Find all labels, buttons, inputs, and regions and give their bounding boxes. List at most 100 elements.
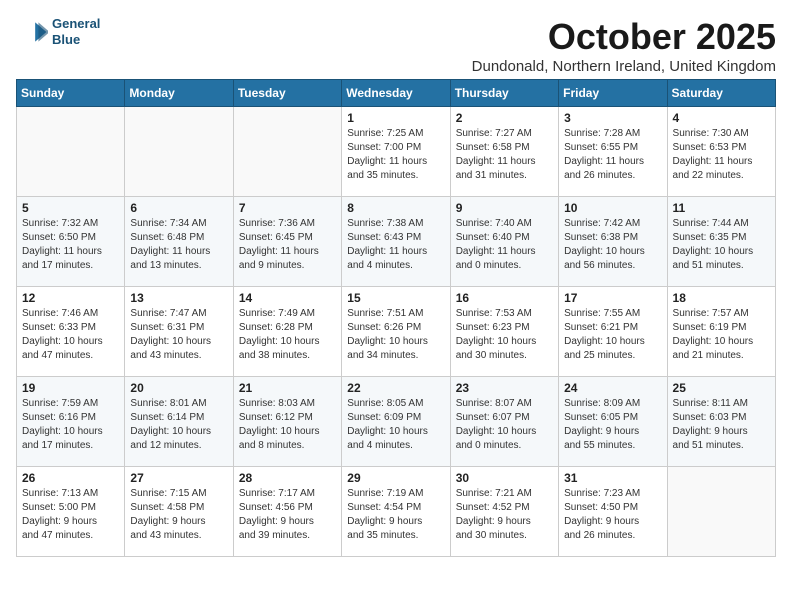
day-number: 7: [239, 201, 336, 215]
day-number: 17: [564, 291, 661, 305]
month-title: October 2025: [472, 16, 776, 58]
weekday-header: Monday: [125, 80, 233, 107]
day-info: Sunrise: 7:23 AM Sunset: 4:50 PM Dayligh…: [564, 487, 661, 543]
weekday-header: Wednesday: [342, 80, 450, 107]
day-number: 5: [22, 201, 119, 215]
day-number: 25: [673, 381, 770, 395]
location-title: Dundonald, Northern Ireland, United King…: [472, 58, 776, 75]
day-info: Sunrise: 7:28 AM Sunset: 6:55 PM Dayligh…: [564, 127, 661, 183]
calendar-cell: [17, 107, 125, 197]
day-info: Sunrise: 7:44 AM Sunset: 6:35 PM Dayligh…: [673, 217, 770, 273]
day-info: Sunrise: 7:15 AM Sunset: 4:58 PM Dayligh…: [130, 487, 227, 543]
calendar-cell: 20 Sunrise: 8:01 AM Sunset: 6:14 PM Dayli…: [125, 377, 233, 467]
day-info: Sunrise: 8:07 AM Sunset: 6:07 PM Dayligh…: [456, 397, 553, 453]
day-number: 21: [239, 381, 336, 395]
day-number: 28: [239, 471, 336, 485]
calendar-table: SundayMondayTuesdayWednesdayThursdayFrid…: [16, 79, 776, 557]
day-info: Sunrise: 7:17 AM Sunset: 4:56 PM Dayligh…: [239, 487, 336, 543]
calendar-cell: 22Sunrise: 8:05 AM Sunset: 6:09 PM Dayli…: [342, 377, 450, 467]
logo-icon: [16, 16, 48, 48]
day-number: 9: [456, 201, 553, 215]
day-info: Sunrise: 7:36 AM Sunset: 6:45 PM Dayligh…: [239, 217, 336, 273]
day-info: Sunrise: 7:57 AM Sunset: 6:19 PM Dayligh…: [673, 307, 770, 363]
calendar-cell: 17 Sunrise: 7:55 AM Sunset: 6:21 PM Dayli…: [559, 287, 667, 377]
calendar-week-row: 1 Sunrise: 7:25 AM Sunset: 7:00 PM Daylig…: [17, 107, 776, 197]
weekday-header: Saturday: [667, 80, 775, 107]
day-info: Sunrise: 7:38 AM Sunset: 6:43 PM Dayligh…: [347, 217, 444, 273]
day-info: Sunrise: 8:03 AM Sunset: 6:12 PM Dayligh…: [239, 397, 336, 453]
day-info: Sunrise: 7:49 AM Sunset: 6:28 PM Dayligh…: [239, 307, 336, 363]
day-number: 16: [456, 291, 553, 305]
calendar-cell: [233, 107, 341, 197]
day-number: 3: [564, 111, 661, 125]
calendar-cell: 4Sunrise: 7:30 AM Sunset: 6:53 PM Daylig…: [667, 107, 775, 197]
day-number: 20: [130, 381, 227, 395]
day-info: Sunrise: 7:59 AM Sunset: 6:16 PM Dayligh…: [22, 397, 119, 453]
day-info: Sunrise: 7:40 AM Sunset: 6:40 PM Dayligh…: [456, 217, 553, 273]
day-info: Sunrise: 7:30 AM Sunset: 6:53 PM Dayligh…: [673, 127, 770, 183]
day-info: Sunrise: 7:25 AM Sunset: 7:00 PM Dayligh…: [347, 127, 444, 183]
calendar-cell: 19 Sunrise: 7:59 AM Sunset: 6:16 PM Dayli…: [17, 377, 125, 467]
day-number: 23: [456, 381, 553, 395]
calendar-cell: 12Sunrise: 7:46 AM Sunset: 6:33 PM Dayli…: [17, 287, 125, 377]
day-info: Sunrise: 8:09 AM Sunset: 6:05 PM Dayligh…: [564, 397, 661, 453]
logo-line1: General: [52, 16, 100, 32]
page-header: General Blue October 2025 Dundonald, Nor…: [16, 16, 776, 75]
day-number: 6: [130, 201, 227, 215]
day-info: Sunrise: 7:51 AM Sunset: 6:26 PM Dayligh…: [347, 307, 444, 363]
calendar-cell: 2Sunrise: 7:27 AM Sunset: 6:58 PM Daylig…: [450, 107, 558, 197]
calendar-cell: 28 Sunrise: 7:17 AM Sunset: 4:56 PM Dayli…: [233, 467, 341, 557]
calendar-cell: 25 Sunrise: 8:11 AM Sunset: 6:03 PM Dayli…: [667, 377, 775, 467]
calendar-cell: 6 Sunrise: 7:34 AM Sunset: 6:48 PM Daylig…: [125, 197, 233, 287]
calendar-cell: 26Sunrise: 7:13 AM Sunset: 5:00 PM Dayli…: [17, 467, 125, 557]
logo-text: General Blue: [52, 16, 100, 47]
calendar-cell: 5 Sunrise: 7:32 AM Sunset: 6:50 PM Daylig…: [17, 197, 125, 287]
day-number: 13: [130, 291, 227, 305]
calendar-cell: 31 Sunrise: 7:23 AM Sunset: 4:50 PM Dayli…: [559, 467, 667, 557]
weekday-header: Thursday: [450, 80, 558, 107]
calendar-week-row: 12Sunrise: 7:46 AM Sunset: 6:33 PM Dayli…: [17, 287, 776, 377]
day-info: Sunrise: 7:55 AM Sunset: 6:21 PM Dayligh…: [564, 307, 661, 363]
day-number: 31: [564, 471, 661, 485]
day-info: Sunrise: 8:11 AM Sunset: 6:03 PM Dayligh…: [673, 397, 770, 453]
day-number: 22: [347, 381, 444, 395]
day-number: 19: [22, 381, 119, 395]
calendar-cell: 14 Sunrise: 7:49 AM Sunset: 6:28 PM Dayli…: [233, 287, 341, 377]
calendar-week-row: 26Sunrise: 7:13 AM Sunset: 5:00 PM Dayli…: [17, 467, 776, 557]
day-number: 27: [130, 471, 227, 485]
day-number: 26: [22, 471, 119, 485]
day-info: Sunrise: 8:01 AM Sunset: 6:14 PM Dayligh…: [130, 397, 227, 453]
calendar-cell: 16Sunrise: 7:53 AM Sunset: 6:23 PM Dayli…: [450, 287, 558, 377]
logo-line2: Blue: [52, 32, 100, 48]
calendar-cell: 7 Sunrise: 7:36 AM Sunset: 6:45 PM Daylig…: [233, 197, 341, 287]
day-number: 11: [673, 201, 770, 215]
calendar-cell: 29Sunrise: 7:19 AM Sunset: 4:54 PM Dayli…: [342, 467, 450, 557]
day-number: 15: [347, 291, 444, 305]
day-number: 14: [239, 291, 336, 305]
calendar-cell: 30Sunrise: 7:21 AM Sunset: 4:52 PM Dayli…: [450, 467, 558, 557]
day-number: 18: [673, 291, 770, 305]
day-info: Sunrise: 7:32 AM Sunset: 6:50 PM Dayligh…: [22, 217, 119, 273]
calendar-cell: 15 Sunrise: 7:51 AM Sunset: 6:26 PM Dayli…: [342, 287, 450, 377]
calendar-cell: [667, 467, 775, 557]
weekday-header: Friday: [559, 80, 667, 107]
calendar-cell: 18 Sunrise: 7:57 AM Sunset: 6:19 PM Dayli…: [667, 287, 775, 377]
title-area: October 2025 Dundonald, Northern Ireland…: [472, 16, 776, 75]
day-info: Sunrise: 7:47 AM Sunset: 6:31 PM Dayligh…: [130, 307, 227, 363]
calendar-cell: 1 Sunrise: 7:25 AM Sunset: 7:00 PM Daylig…: [342, 107, 450, 197]
calendar-cell: 3 Sunrise: 7:28 AM Sunset: 6:55 PM Daylig…: [559, 107, 667, 197]
day-number: 29: [347, 471, 444, 485]
day-number: 8: [347, 201, 444, 215]
calendar-cell: [125, 107, 233, 197]
calendar-cell: 24 Sunrise: 8:09 AM Sunset: 6:05 PM Dayli…: [559, 377, 667, 467]
day-info: Sunrise: 7:34 AM Sunset: 6:48 PM Dayligh…: [130, 217, 227, 273]
day-number: 1: [347, 111, 444, 125]
day-number: 12: [22, 291, 119, 305]
calendar-week-row: 5 Sunrise: 7:32 AM Sunset: 6:50 PM Daylig…: [17, 197, 776, 287]
calendar-cell: 27 Sunrise: 7:15 AM Sunset: 4:58 PM Dayli…: [125, 467, 233, 557]
logo: General Blue: [16, 16, 100, 48]
day-number: 10: [564, 201, 661, 215]
day-info: Sunrise: 7:27 AM Sunset: 6:58 PM Dayligh…: [456, 127, 553, 183]
day-number: 24: [564, 381, 661, 395]
day-number: 30: [456, 471, 553, 485]
